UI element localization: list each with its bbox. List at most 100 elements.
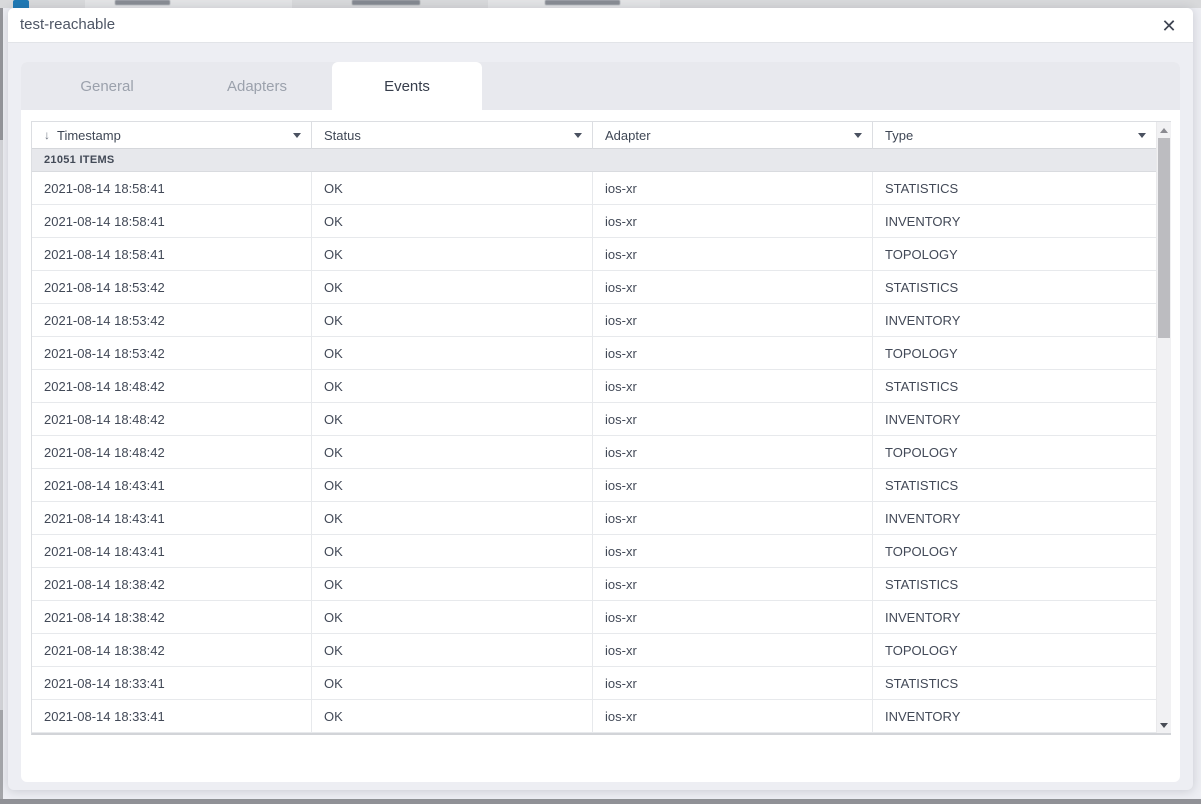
modal-title: test-reachable — [20, 16, 116, 33]
cell-type: INVENTORY — [873, 205, 1156, 238]
column-menu-icon[interactable] — [574, 132, 582, 138]
table-row[interactable]: 2021-08-14 18:43:41 OK ios-xr STATISTICS — [32, 469, 1156, 502]
cell-status: OK — [312, 304, 593, 337]
table-header-row: ↓ Timestamp Status Adapter Type — [32, 122, 1156, 149]
table-row[interactable]: 2021-08-14 18:58:41 OK ios-xr TOPOLOGY — [32, 238, 1156, 271]
cell-timestamp: 2021-08-14 18:58:41 — [32, 205, 312, 238]
items-count-row: 21051 ITEMS — [32, 149, 1156, 172]
cell-type: STATISTICS — [873, 667, 1156, 700]
cell-adapter: ios-xr — [593, 370, 873, 403]
cell-type: INVENTORY — [873, 700, 1156, 733]
cell-adapter: ios-xr — [593, 601, 873, 634]
items-count-label: 21051 ITEMS — [44, 154, 115, 166]
device-details-modal: test-reachable ✕ General Adapters Events ↓… — [8, 8, 1193, 790]
column-menu-icon[interactable] — [1138, 132, 1146, 138]
cell-adapter: ios-xr — [593, 172, 873, 205]
scroll-up-icon — [1160, 127, 1168, 133]
table-row[interactable]: 2021-08-14 18:53:42 OK ios-xr TOPOLOGY — [32, 337, 1156, 370]
column-header-label: Adapter — [605, 127, 651, 143]
cell-timestamp: 2021-08-14 18:38:42 — [32, 634, 312, 667]
cell-status: OK — [312, 370, 593, 403]
background-page-edge-top — [0, 0, 1201, 8]
table-row[interactable]: 2021-08-14 18:43:41 OK ios-xr INVENTORY — [32, 502, 1156, 535]
scroll-down-button[interactable] — [1157, 717, 1171, 733]
table-row[interactable]: 2021-08-14 18:48:42 OK ios-xr INVENTORY — [32, 403, 1156, 436]
cell-status: OK — [312, 634, 593, 667]
background-page-edge-left — [0, 8, 3, 799]
column-header-type[interactable]: Type — [873, 122, 1156, 149]
close-icon: ✕ — [1161, 15, 1177, 36]
cell-adapter: ios-xr — [593, 634, 873, 667]
cell-status: OK — [312, 502, 593, 535]
scrollbar-thumb[interactable] — [1158, 138, 1170, 338]
cell-timestamp: 2021-08-14 18:53:42 — [32, 304, 312, 337]
cell-timestamp: 2021-08-14 18:53:42 — [32, 337, 312, 370]
cell-adapter: ios-xr — [593, 403, 873, 436]
table-row[interactable]: 2021-08-14 18:58:41 OK ios-xr INVENTORY — [32, 205, 1156, 238]
table-row[interactable]: 2021-08-14 18:38:42 OK ios-xr INVENTORY — [32, 601, 1156, 634]
column-menu-icon[interactable] — [293, 132, 301, 138]
events-table: ↓ Timestamp Status Adapter Type 21051 IT… — [31, 121, 1171, 735]
cell-status: OK — [312, 568, 593, 601]
cell-status: OK — [312, 337, 593, 370]
table-scrollbar[interactable] — [1156, 122, 1171, 733]
table-row[interactable]: 2021-08-14 18:53:42 OK ios-xr INVENTORY — [32, 304, 1156, 337]
cell-adapter: ios-xr — [593, 469, 873, 502]
cell-type: STATISTICS — [873, 370, 1156, 403]
cell-timestamp: 2021-08-14 18:58:41 — [32, 172, 312, 205]
cell-timestamp: 2021-08-14 18:48:42 — [32, 403, 312, 436]
cell-type: INVENTORY — [873, 304, 1156, 337]
close-button[interactable]: ✕ — [1157, 14, 1181, 38]
table-body: 2021-08-14 18:58:41 OK ios-xr STATISTICS 202… — [32, 172, 1156, 733]
tab-events[interactable]: Events — [332, 62, 482, 110]
cell-timestamp: 2021-08-14 18:43:41 — [32, 469, 312, 502]
modal-titlebar: test-reachable ✕ — [8, 8, 1193, 43]
cell-adapter: ios-xr — [593, 205, 873, 238]
column-header-timestamp[interactable]: ↓ Timestamp — [32, 122, 312, 149]
tab-general[interactable]: General — [32, 62, 182, 110]
column-header-label: Type — [885, 127, 914, 143]
cell-adapter: ios-xr — [593, 535, 873, 568]
cell-adapter: ios-xr — [593, 568, 873, 601]
column-header-status[interactable]: Status — [312, 122, 593, 149]
column-menu-icon[interactable] — [854, 132, 862, 138]
table-row[interactable]: 2021-08-14 18:33:41 OK ios-xr STATISTICS — [32, 667, 1156, 700]
table-row[interactable]: 2021-08-14 18:38:42 OK ios-xr TOPOLOGY — [32, 634, 1156, 667]
table-row[interactable]: 2021-08-14 18:53:42 OK ios-xr STATISTICS — [32, 271, 1156, 304]
cell-status: OK — [312, 172, 593, 205]
table-row[interactable]: 2021-08-14 18:48:42 OK ios-xr STATISTICS — [32, 370, 1156, 403]
cell-adapter: ios-xr — [593, 436, 873, 469]
cell-timestamp: 2021-08-14 18:48:42 — [32, 436, 312, 469]
cell-adapter: ios-xr — [593, 502, 873, 535]
cell-type: TOPOLOGY — [873, 337, 1156, 370]
cell-timestamp: 2021-08-14 18:48:42 — [32, 370, 312, 403]
cell-adapter: ios-xr — [593, 304, 873, 337]
cell-status: OK — [312, 403, 593, 436]
background-logo-fragment — [13, 0, 29, 8]
table-row[interactable]: 2021-08-14 18:33:41 OK ios-xr INVENTORY — [32, 700, 1156, 733]
column-header-adapter[interactable]: Adapter — [593, 122, 873, 149]
cell-adapter: ios-xr — [593, 238, 873, 271]
cell-status: OK — [312, 601, 593, 634]
table-row[interactable]: 2021-08-14 18:38:42 OK ios-xr STATISTICS — [32, 568, 1156, 601]
cell-status: OK — [312, 535, 593, 568]
column-header-label: Timestamp — [57, 127, 121, 143]
tab-adapters[interactable]: Adapters — [182, 62, 332, 110]
cell-type: TOPOLOGY — [873, 634, 1156, 667]
cell-status: OK — [312, 271, 593, 304]
cell-type: TOPOLOGY — [873, 238, 1156, 271]
table-row[interactable]: 2021-08-14 18:48:42 OK ios-xr TOPOLOGY — [32, 436, 1156, 469]
cell-type: INVENTORY — [873, 601, 1156, 634]
cell-timestamp: 2021-08-14 18:58:41 — [32, 238, 312, 271]
cell-status: OK — [312, 700, 593, 733]
sort-desc-icon: ↓ — [44, 128, 50, 142]
background-text-fragment — [545, 0, 620, 5]
table-row[interactable]: 2021-08-14 18:58:41 OK ios-xr STATISTICS — [32, 172, 1156, 205]
cell-type: TOPOLOGY — [873, 436, 1156, 469]
cell-timestamp: 2021-08-14 18:33:41 — [32, 667, 312, 700]
scroll-up-button[interactable] — [1157, 122, 1171, 138]
table-row[interactable]: 2021-08-14 18:43:41 OK ios-xr TOPOLOGY — [32, 535, 1156, 568]
cell-type: INVENTORY — [873, 502, 1156, 535]
cell-timestamp: 2021-08-14 18:38:42 — [32, 601, 312, 634]
cell-adapter: ios-xr — [593, 700, 873, 733]
